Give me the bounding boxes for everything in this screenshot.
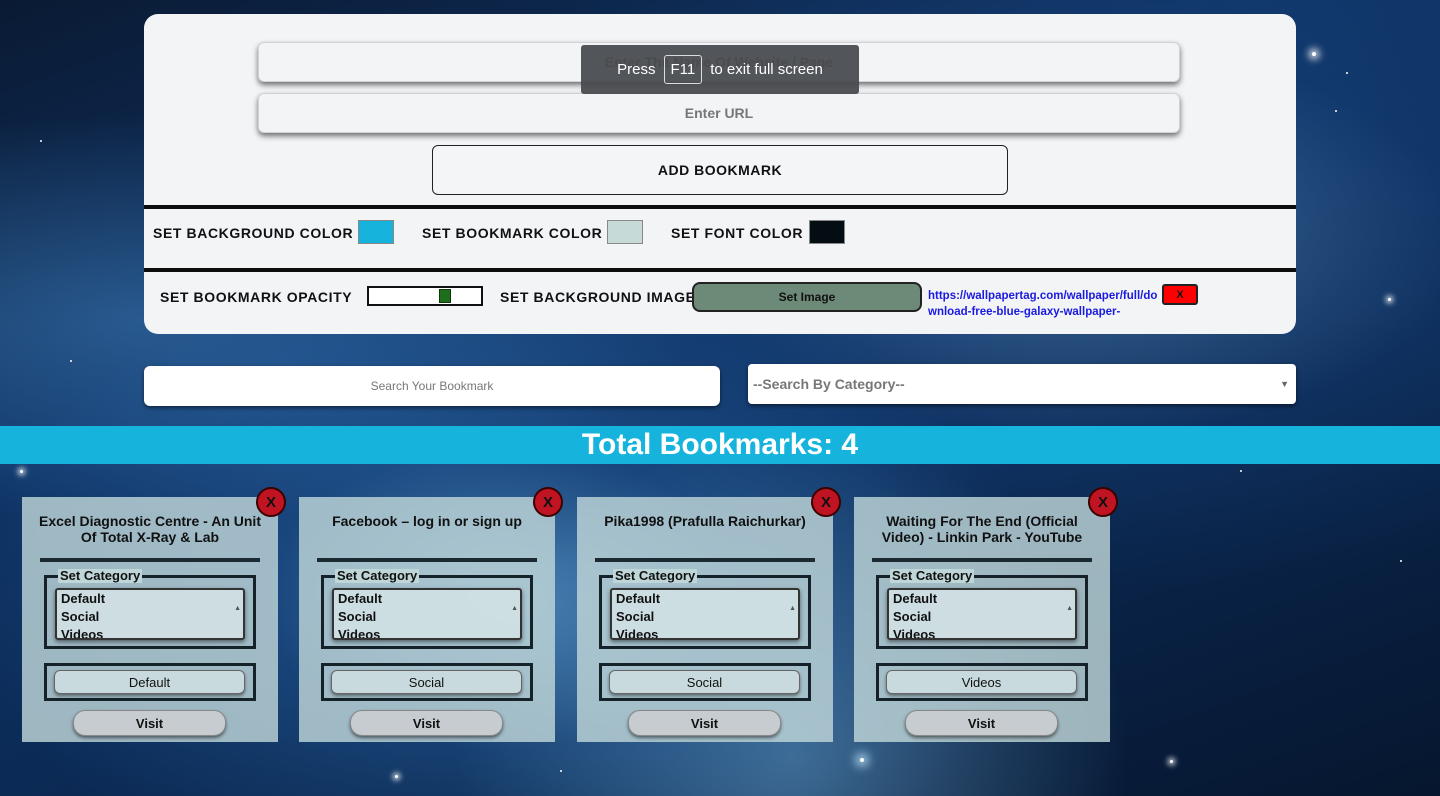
bookmark-color-label: SET BOOKMARK COLOR (422, 225, 603, 241)
divider (595, 558, 815, 562)
background-image-label: SET BACKGROUND IMAGE (500, 289, 696, 305)
set-category-legend: Set Category (335, 568, 420, 583)
add-bookmark-button[interactable]: ADD BOOKMARK (432, 145, 1008, 195)
bookmark-card: X Facebook – log in or sign up Set Categ… (299, 487, 563, 742)
visit-button[interactable]: Visit (905, 710, 1058, 736)
set-category-group: Set Category Default Social Videos ▲▼ (44, 569, 256, 649)
set-category-legend: Set Category (58, 568, 143, 583)
category-option[interactable]: Videos (334, 626, 520, 638)
current-category: Default (54, 670, 245, 694)
category-listbox[interactable]: Default Social Videos ▲▼ (610, 588, 800, 640)
bookmark-card: X Waiting For The End (Official Video) -… (854, 487, 1118, 742)
font-color-label: SET FONT COLOR (671, 225, 804, 241)
divider (40, 558, 260, 562)
category-listbox[interactable]: Default Social Videos ▲▼ (55, 588, 245, 640)
set-category-group: Set Category Default Social Videos ▲▼ (599, 569, 811, 649)
category-option[interactable]: Social (612, 608, 798, 626)
scroll-arrows-icon[interactable]: ▲▼ (1066, 593, 1073, 638)
set-image-button[interactable]: Set Image (692, 282, 922, 312)
url-input[interactable]: Enter URL (258, 93, 1180, 133)
category-option[interactable]: Default (889, 590, 1075, 608)
background-image-url[interactable]: https://wallpapertag.com/wallpaper/full/… (928, 288, 1160, 318)
search-input[interactable]: Search Your Bookmark (144, 366, 720, 406)
visit-button[interactable]: Visit (73, 710, 226, 736)
category-option[interactable]: Videos (612, 626, 798, 638)
bookmark-title: Excel Diagnostic Centre - An Unit Of Tot… (39, 513, 261, 545)
current-category-group: Social (321, 663, 533, 701)
bookmark-title: Facebook – log in or sign up (332, 513, 522, 529)
category-option[interactable]: Videos (57, 626, 243, 638)
category-filter-value: --Search By Category-- (753, 376, 905, 392)
current-category-group: Default (44, 663, 256, 701)
category-option[interactable]: Default (612, 590, 798, 608)
bookmark-title: Pika1998 (Prafulla Raichurkar) (604, 513, 806, 529)
category-option[interactable]: Social (334, 608, 520, 626)
scroll-arrows-icon[interactable]: ▲▼ (234, 593, 241, 638)
bookmark-color-picker[interactable] (607, 220, 643, 244)
divider (144, 205, 1296, 209)
bookmark-card: X Pika1998 (Prafulla Raichurkar) Set Cat… (577, 487, 841, 742)
font-color-picker[interactable] (809, 220, 845, 244)
bookmark-title: Waiting For The End (Official Video) - L… (881, 513, 1083, 545)
notice-suffix: to exit full screen (710, 61, 823, 78)
current-category-group: Social (599, 663, 811, 701)
notice-prefix: Press (617, 61, 656, 78)
total-bookmarks-banner: Total Bookmarks: 4 (0, 426, 1440, 464)
set-category-legend: Set Category (613, 568, 698, 583)
remove-image-button[interactable]: X (1162, 284, 1198, 305)
set-category-group: Set Category Default Social Videos ▲▼ (876, 569, 1088, 649)
category-option[interactable]: Social (889, 608, 1075, 626)
visit-button[interactable]: Visit (628, 710, 781, 736)
category-listbox[interactable]: Default Social Videos ▲▼ (887, 588, 1077, 640)
category-option[interactable]: Default (334, 590, 520, 608)
set-category-group: Set Category Default Social Videos ▲▼ (321, 569, 533, 649)
current-category-group: Videos (876, 663, 1088, 701)
category-option[interactable]: Default (57, 590, 243, 608)
current-category: Social (609, 670, 800, 694)
category-listbox[interactable]: Default Social Videos ▲▼ (332, 588, 522, 640)
current-category: Social (331, 670, 522, 694)
current-category: Videos (886, 670, 1077, 694)
set-category-legend: Set Category (890, 568, 975, 583)
opacity-slider[interactable] (367, 286, 483, 306)
background-color-picker[interactable] (358, 220, 394, 244)
category-option[interactable]: Social (57, 608, 243, 626)
category-option[interactable]: Videos (889, 626, 1075, 638)
divider (317, 558, 537, 562)
fullscreen-notice: Press F11 to exit full screen (581, 45, 859, 94)
divider (144, 268, 1296, 272)
visit-button[interactable]: Visit (350, 710, 503, 736)
total-bookmarks-label: Total Bookmarks: 4 (581, 428, 859, 461)
bookmark-card: X Excel Diagnostic Centre - An Unit Of T… (22, 487, 286, 742)
slider-thumb[interactable] (439, 289, 451, 303)
f11-key: F11 (663, 55, 703, 84)
scroll-arrows-icon[interactable]: ▲▼ (511, 593, 518, 638)
scroll-arrows-icon[interactable]: ▲▼ (789, 593, 796, 638)
divider (872, 558, 1092, 562)
background-color-label: SET BACKGROUND COLOR (153, 225, 354, 241)
chevron-down-icon: ▼ (1280, 379, 1289, 389)
category-filter-select[interactable]: --Search By Category-- ▼ (748, 364, 1296, 404)
opacity-label: SET BOOKMARK OPACITY (160, 289, 353, 305)
